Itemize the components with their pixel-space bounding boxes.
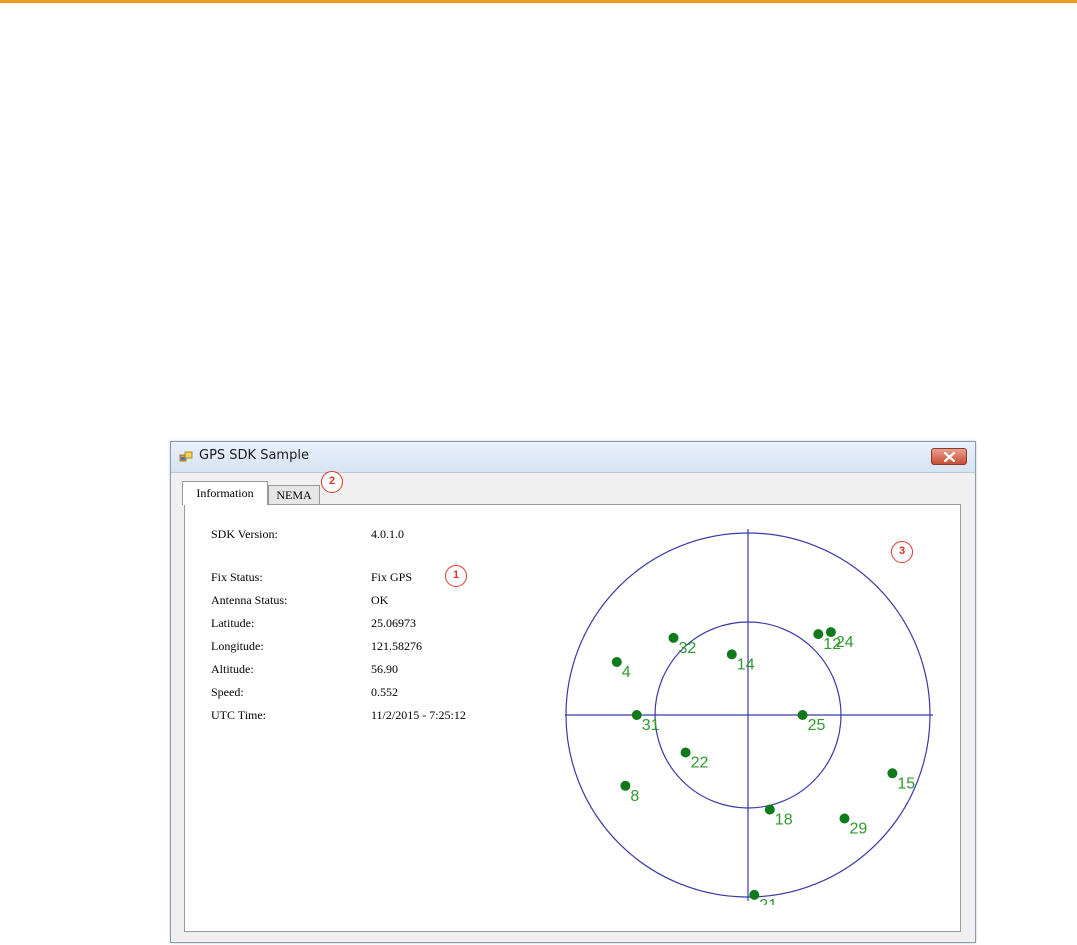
satellite-22-label: 22 [691,755,709,772]
satellite-31-marker [631,710,642,720]
satellite-14-label: 14 [737,656,755,673]
satellite-24-marker [825,627,836,638]
satellite-25-marker [797,710,808,720]
satellite-8-marker [620,780,631,791]
satellite-sky-plot: 321412244253122815182921 [565,529,933,905]
tab-nema[interactable]: NEMA [268,485,320,505]
page-top-rule [0,0,1077,3]
satellite-12-marker [813,629,824,640]
info-label: Speed: [211,685,244,699]
satellite-31-label: 31 [642,717,660,734]
info-row-longitude: Longitude: 121.58276 [185,639,525,655]
info-value: 25.06973 [371,616,416,630]
satellite-32-marker [668,632,679,643]
satellite-15-label: 15 [897,775,915,792]
satellite-21-label: 21 [759,897,777,905]
title-bar[interactable]: GPS SDK Sample [171,442,975,473]
info-value: 0.552 [371,685,398,699]
window-title: GPS SDK Sample [199,448,309,463]
info-label: Longitude: [211,639,264,653]
tab-information[interactable]: Information [182,481,268,505]
satellite-24-label: 24 [836,634,854,651]
satellite-15-marker [887,768,898,779]
app-icon [179,451,193,462]
info-row-speed: Speed: 0.552 [185,685,525,701]
satellite-18-marker [764,804,775,815]
satellite-4-label: 4 [622,664,631,681]
info-row-antenna-status: Antenna Status: OK [185,593,525,609]
satellite-layer: 321412244253122815182921 [611,627,915,905]
info-row-sdk-version: SDK Version: 4.0.1.0 [185,527,525,543]
client-area: Information NEMA 2 SDK Version: 4.0.1.0 … [177,471,971,938]
satellite-21-marker [749,889,760,900]
info-label: SDK Version: [211,527,278,541]
info-value: 56.90 [371,662,398,676]
info-row-utc-time: UTC Time: 11/2/2015 - 7:25:12 [185,708,525,724]
info-label: Fix Status: [211,570,263,584]
close-icon [944,452,955,462]
info-label: Latitude: [211,616,255,630]
satellite-32-label: 32 [679,640,697,657]
info-row-fix-status: Fix Status: Fix GPS [185,570,525,586]
satellite-29-label: 29 [850,821,868,838]
info-value: 11/2/2015 - 7:25:12 [371,708,466,722]
info-row-altitude: Altitude: 56.90 [185,662,525,678]
info-value: Fix GPS [371,570,413,584]
information-panel: SDK Version: 4.0.1.0 Fix Status: Fix GPS… [184,504,961,932]
satellite-18-label: 18 [775,812,793,829]
satellite-14-marker [726,649,737,660]
satellite-8-label: 8 [630,788,639,805]
callout-marker: 1 [445,565,467,587]
info-value: 121.58276 [371,639,422,653]
satellite-29-marker [839,813,850,824]
satellite-22-marker [680,747,691,758]
close-button[interactable] [931,448,967,465]
info-value: OK [371,593,389,607]
satellite-4-marker [611,657,622,667]
info-label: Altitude: [211,662,254,676]
gps-sdk-window: GPS SDK Sample Information NEMA 2 SDK Ve… [170,441,976,943]
info-value: 4.0.1.0 [371,527,404,541]
info-label: UTC Time: [211,708,267,722]
info-row-latitude: Latitude: 25.06973 [185,616,525,632]
callout-marker: 3 [891,541,913,563]
callout-marker: 2 [321,471,343,493]
info-label: Antenna Status: [211,593,288,607]
satellite-25-label: 25 [808,717,826,734]
